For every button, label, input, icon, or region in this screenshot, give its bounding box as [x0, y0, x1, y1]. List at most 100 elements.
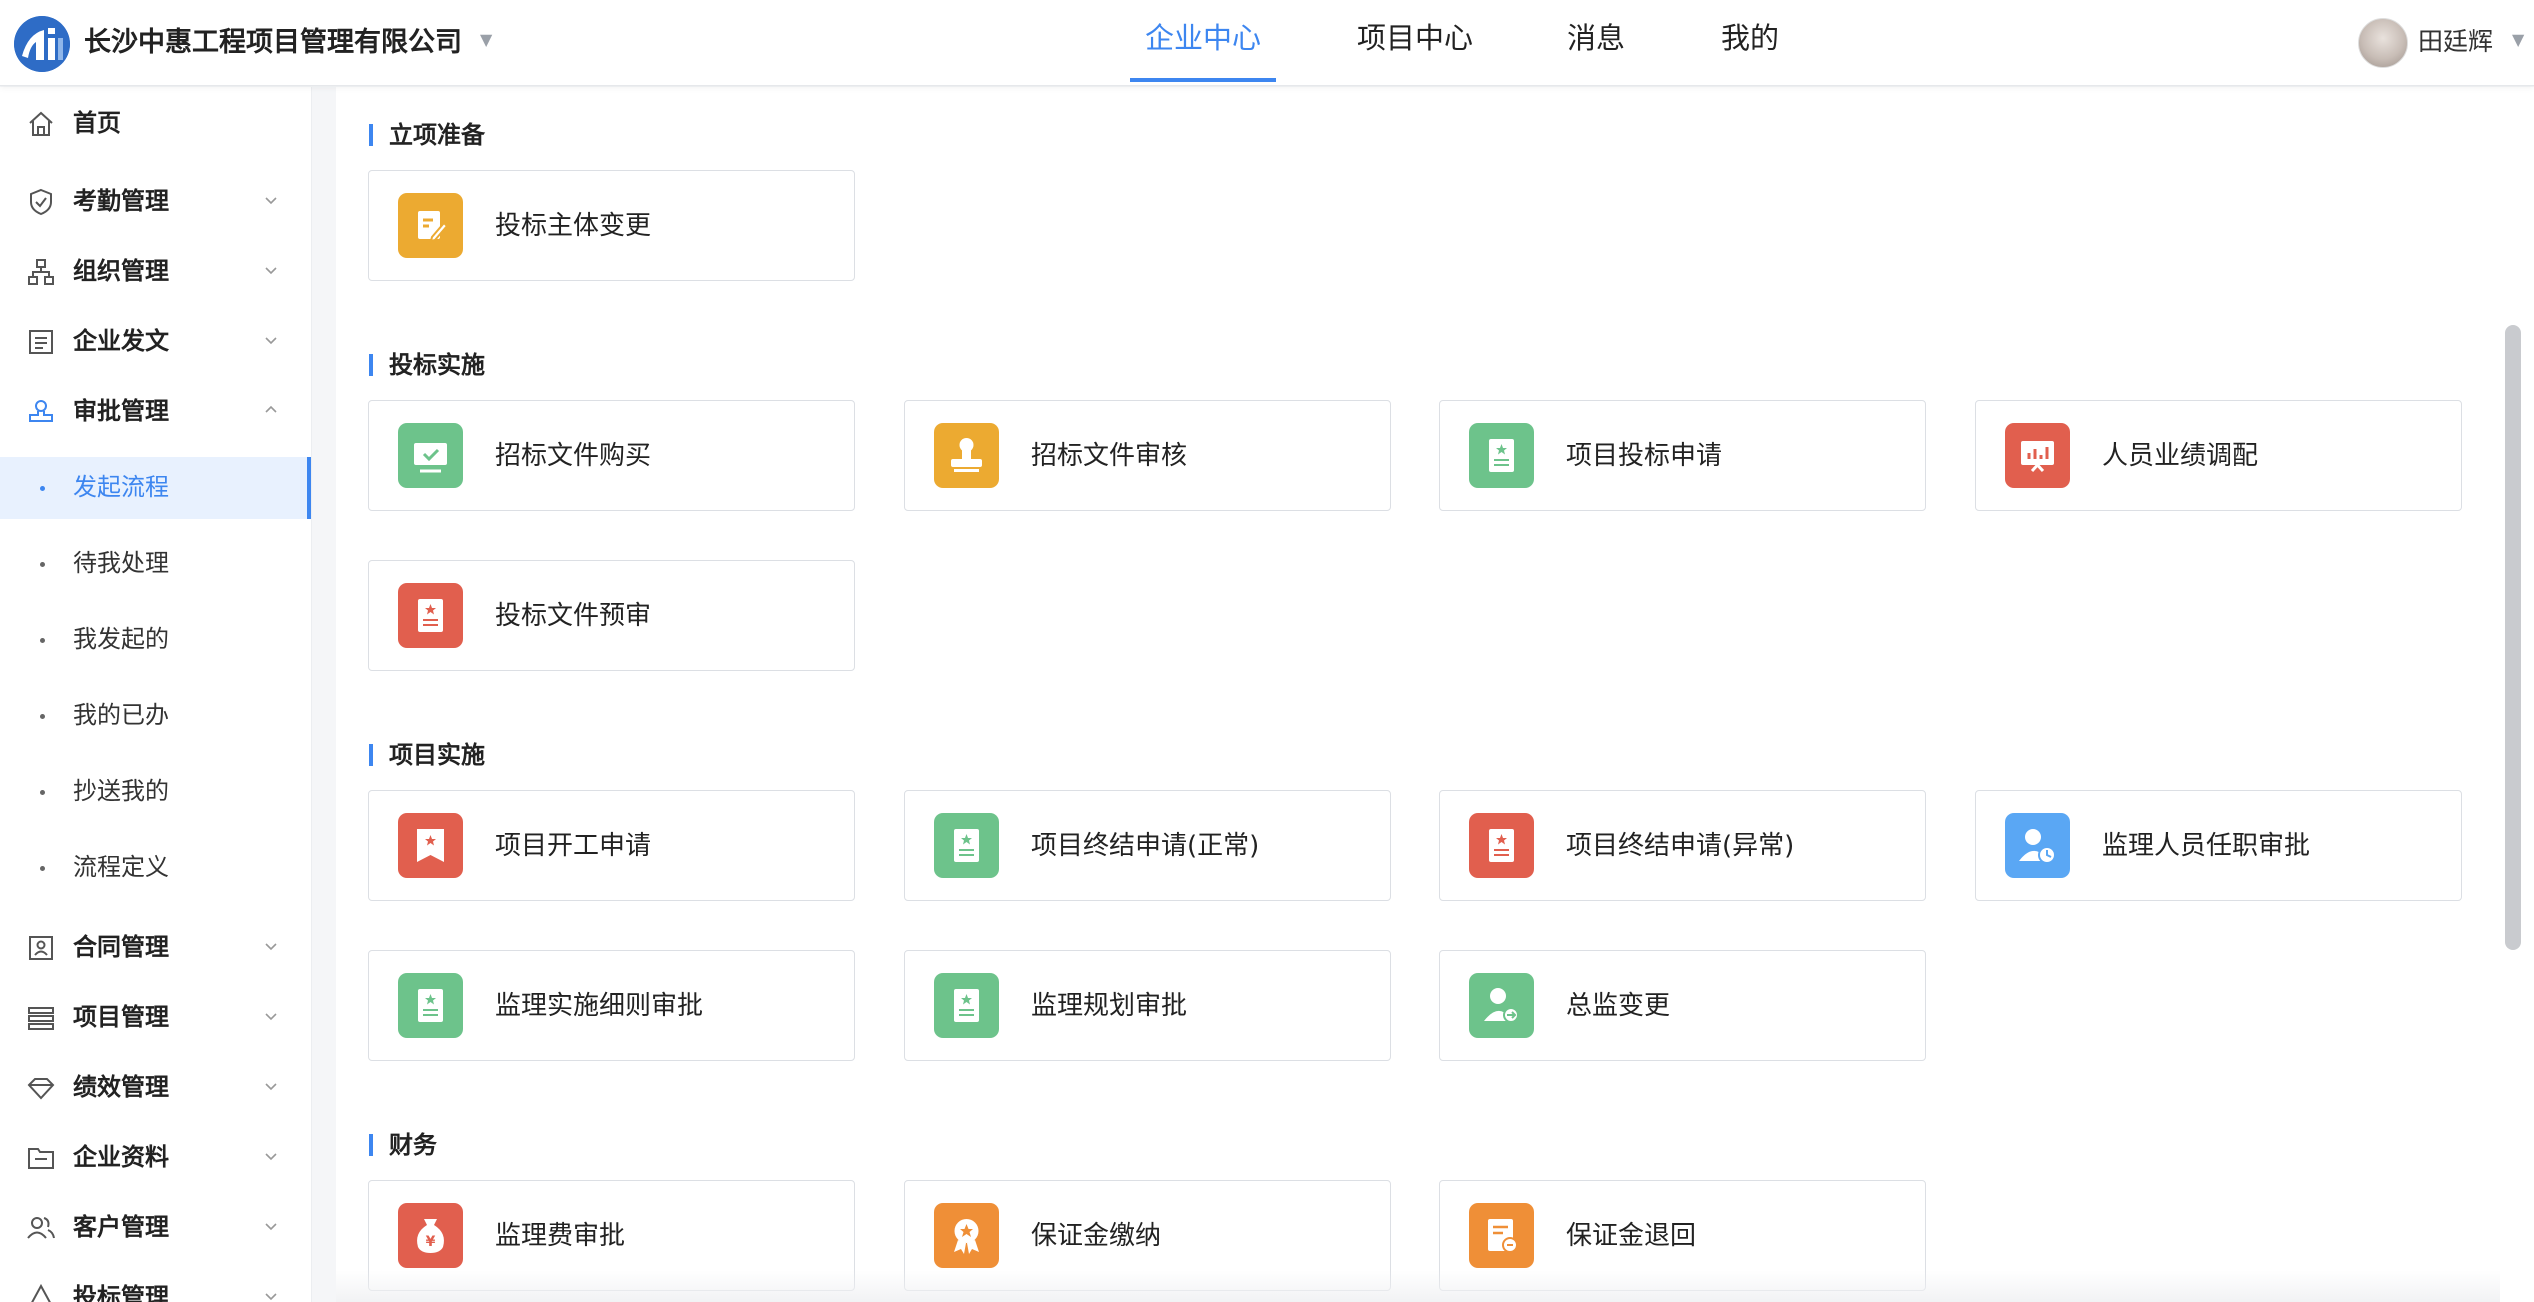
bullet-dot [40, 790, 45, 795]
section-title-bidding: 投标实施 [389, 351, 485, 379]
sidebar-subitem-cc[interactable]: 抄送我的 [0, 761, 311, 823]
process-card-label: 人员业绩调配 [2102, 441, 2259, 471]
sidebar-subitem-label: 流程定义 [73, 853, 169, 881]
sidebar-item-enterprise-docs[interactable]: 企业发文 [0, 311, 311, 371]
process-card-supervision-plan[interactable]: 监理规划审批 [904, 950, 1391, 1061]
process-card-chief-change[interactable]: 总监变更 [1439, 950, 1926, 1061]
tab-enterprise-center[interactable]: 企业中心 [1145, 16, 1261, 60]
sidebar-subitem-initiated[interactable]: 我发起的 [0, 609, 311, 671]
process-card-tender-review[interactable]: 招标文件审核 [904, 400, 1391, 511]
sidebar-item-performance[interactable]: 绩效管理 [0, 1057, 311, 1117]
shield-check-icon [30, 188, 52, 216]
sidebar-item-home[interactable]: 首页 [0, 93, 311, 153]
user-name[interactable]: 田廷辉 [2418, 24, 2493, 60]
process-card-bid-entity-change[interactable]: 投标主体变更 [368, 170, 855, 281]
process-card-label: 项目开工申请 [495, 831, 652, 861]
sidebar-subitem-label: 抄送我的 [73, 777, 169, 805]
sidebar-item-label: 企业资料 [73, 1143, 169, 1171]
company-dropdown-caret-icon[interactable]: ▼ [480, 30, 492, 49]
chevron-down-icon [265, 337, 277, 345]
chevron-down-icon [265, 943, 277, 951]
process-card-project-end-abnormal[interactable]: 项目终结申请(异常) [1439, 790, 1926, 901]
sidebar-item-organization[interactable]: 组织管理 [0, 241, 311, 301]
tab-mine[interactable]: 我的 [1721, 16, 1779, 60]
home-icon [29, 111, 53, 136]
chevron-up-icon [265, 405, 277, 413]
sidebar-subitem-label: 发起流程 [73, 473, 169, 501]
process-card-staff-allocation[interactable]: 人员业绩调配 [1975, 400, 2462, 511]
process-card-label: 投标文件预审 [495, 601, 652, 631]
refund-document-icon [1469, 1203, 1534, 1268]
process-card-tender-purchase[interactable]: 招标文件购买 [368, 400, 855, 511]
sidebar-item-bidding[interactable]: 投标管理 [0, 1267, 311, 1302]
process-card-label: 项目投标申请 [1566, 441, 1723, 471]
process-card-label: 项目终结申请(正常) [1031, 831, 1260, 861]
org-chart-icon [28, 259, 54, 285]
company-logo-icon[interactable] [14, 16, 70, 72]
star-document-icon [1469, 813, 1534, 878]
chevron-down-icon [265, 267, 277, 275]
sidebar: 首页 考勤管理 组织管理 企业发文 审批管理 发起流程 待我处理 我发起的 我的… [0, 87, 312, 1302]
company-name[interactable]: 长沙中惠工程项目管理有限公司 [84, 24, 462, 62]
sidebar-item-label: 企业发文 [73, 327, 169, 355]
bullet-dot [40, 714, 45, 719]
sidebar-item-approval[interactable]: 审批管理 [0, 381, 311, 441]
process-card-implementation-rules[interactable]: 监理实施细则审批 [368, 950, 855, 1061]
scrollbar-thumb[interactable] [2505, 325, 2521, 950]
process-card-label: 投标主体变更 [495, 211, 652, 241]
user-swap-icon [1469, 973, 1534, 1038]
section-title-implementation: 项目实施 [389, 741, 485, 769]
sidebar-item-label: 合同管理 [73, 933, 169, 961]
presentation-check-icon [398, 423, 463, 488]
process-card-label: 招标文件购买 [495, 441, 652, 471]
user-dropdown-caret-icon[interactable]: ▼ [2512, 30, 2524, 49]
process-card-bid-application[interactable]: 项目投标申请 [1439, 400, 1926, 511]
sidebar-item-customer[interactable]: 客户管理 [0, 1197, 311, 1257]
sidebar-item-label: 审批管理 [73, 397, 169, 425]
contract-icon [29, 936, 53, 960]
process-card-label: 监理规划审批 [1031, 991, 1188, 1021]
ribbon-document-icon [398, 813, 463, 878]
process-card-label: 保证金缴纳 [1031, 1221, 1162, 1251]
process-card-label: 招标文件审核 [1031, 441, 1188, 471]
avatar[interactable] [2358, 18, 2408, 68]
sidebar-subitem-process-definition[interactable]: 流程定义 [0, 837, 311, 899]
process-card-project-start[interactable]: 项目开工申请 [368, 790, 855, 901]
process-card-label: 项目终结申请(异常) [1566, 831, 1795, 861]
chevron-down-icon [265, 1293, 277, 1301]
process-card-label: 监理实施细则审批 [495, 991, 704, 1021]
sidebar-item-attendance[interactable]: 考勤管理 [0, 171, 311, 231]
chevron-down-icon [265, 1083, 277, 1091]
stamp-icon [29, 400, 53, 422]
stamp-icon [934, 423, 999, 488]
sidebar-subitem-label: 我发起的 [73, 625, 169, 653]
sidebar-item-contract[interactable]: 合同管理 [0, 917, 311, 977]
star-document-icon [934, 973, 999, 1038]
sidebar-item-label: 首页 [73, 109, 121, 137]
sidebar-item-label: 考勤管理 [73, 187, 169, 215]
tab-messages[interactable]: 消息 [1567, 16, 1625, 60]
sidebar-subitem-label: 待我处理 [73, 549, 169, 577]
chevron-down-icon [265, 1223, 277, 1231]
sidebar-item-project[interactable]: 项目管理 [0, 987, 311, 1047]
tab-project-center[interactable]: 项目中心 [1357, 16, 1473, 60]
sidebar-subitem-pending[interactable]: 待我处理 [0, 533, 311, 595]
bullet-dot [40, 866, 45, 871]
process-card-bid-document-prereview[interactable]: 投标文件预审 [368, 560, 855, 671]
process-card-label: 监理人员任职审批 [2102, 831, 2311, 861]
process-card-project-end-normal[interactable]: 项目终结申请(正常) [904, 790, 1391, 901]
people-icon [27, 1217, 55, 1239]
sidebar-item-enterprise-data[interactable]: 企业资料 [0, 1127, 311, 1187]
section-title-finance: 财务 [389, 1131, 437, 1159]
sidebar-subitem-done[interactable]: 我的已办 [0, 685, 311, 747]
list-icon [28, 1007, 54, 1030]
star-document-icon [398, 973, 463, 1038]
sidebar-subitem-start-process[interactable]: 发起流程 [0, 457, 311, 519]
bullet-dot [40, 638, 45, 643]
chart-board-icon [2005, 423, 2070, 488]
section-title-preparation: 立项准备 [389, 121, 485, 149]
process-card-supervisor-appointment[interactable]: 监理人员任职审批 [1975, 790, 2462, 901]
user-clock-icon [2005, 813, 2070, 878]
sidebar-item-label: 客户管理 [73, 1213, 169, 1241]
folder-icon [28, 1148, 54, 1169]
